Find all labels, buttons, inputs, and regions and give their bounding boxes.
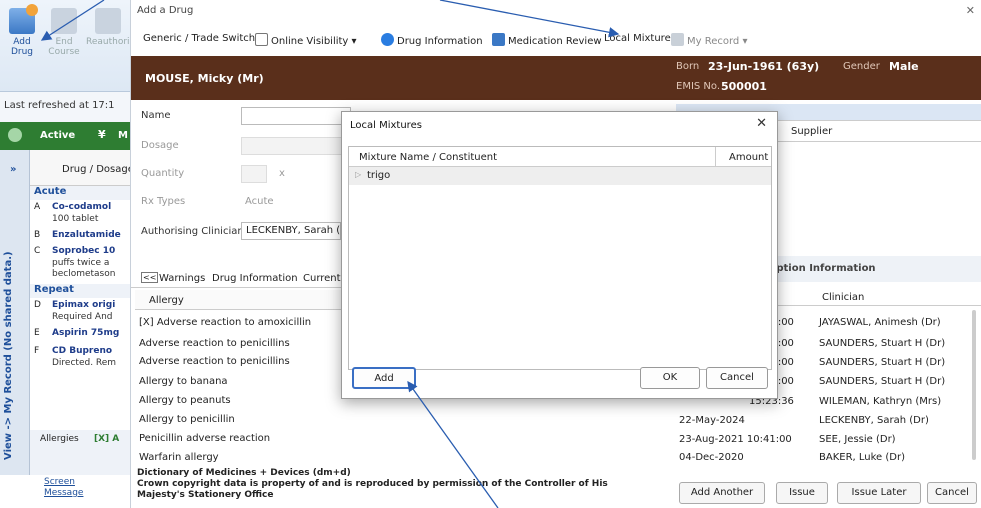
tab-warnings[interactable]: Warnings	[159, 273, 205, 284]
add-another-button[interactable]: Add Another	[679, 482, 765, 504]
pills-icon	[8, 128, 22, 142]
list-item[interactable]: C Soprobec 10 puffs twice a beclometason	[30, 244, 130, 284]
add-button[interactable]: Add	[352, 367, 416, 389]
generic-trade-switch-button[interactable]: Generic / Trade Switch	[143, 33, 255, 44]
list-item[interactable]: D Epimax origi Required And	[30, 298, 130, 326]
collapse-icon[interactable]: ¥	[98, 128, 106, 141]
patient-banner: MOUSE, Micky (Mr) Born 23-Jun-1961 (63y)…	[131, 56, 981, 100]
screen-message-link[interactable]: Screen Message	[30, 475, 130, 508]
add-drug-icon	[9, 4, 38, 34]
medication-review-button[interactable]: Medication Review	[492, 33, 602, 47]
close-icon[interactable]: ✕	[966, 4, 975, 17]
online-visibility-button[interactable]: Online Visibility ▾	[255, 33, 357, 47]
scrollbar[interactable]	[972, 310, 976, 460]
history-title: ription Information	[768, 263, 876, 274]
quantity-input[interactable]	[241, 165, 267, 183]
list-item[interactable]: F CD Bupreno Directed. Rem	[30, 344, 130, 372]
rx-type-value[interactable]: Acute	[245, 196, 274, 207]
monitor-icon	[255, 33, 268, 46]
drug-information-button[interactable]: Drug Information	[381, 33, 483, 47]
local-mixtures-button[interactable]: Local Mixtures	[604, 33, 676, 44]
close-icon[interactable]: ✕	[756, 116, 767, 131]
expand-row-icon[interactable]: ▷	[355, 170, 361, 179]
medication-list: Drug / Dosage Acute A Co-codamol 100 tab…	[30, 150, 130, 475]
cancel-modal-button[interactable]: Cancel	[706, 367, 768, 389]
review-icon	[492, 33, 505, 46]
add-drug-button[interactable]: Add Drug	[2, 4, 42, 57]
end-course-label: End Course	[48, 37, 80, 57]
group-acute: Acute	[30, 186, 130, 200]
last-refreshed: Last refreshed at 17:1	[0, 92, 130, 122]
authorising-clinician-select[interactable]: LECKENBY, Sarah (D	[241, 222, 341, 240]
active-filter-letter: M	[118, 130, 128, 141]
list-header: Drug / Dosage	[30, 150, 130, 186]
tab-drug-information[interactable]: Drug Information	[212, 273, 298, 284]
table-row[interactable]: Adverse reaction to penicillins	[139, 356, 290, 367]
issue-button[interactable]: Issue	[776, 482, 828, 504]
patient-emis-no: 500001	[721, 80, 767, 93]
table-row[interactable]: [X] Adverse reaction to amoxicillin	[139, 317, 311, 328]
patient-gender: Male	[889, 60, 919, 73]
dialog-title: Add a Drug	[137, 5, 194, 16]
name-input[interactable]	[241, 107, 351, 125]
clinician-header: Clinician	[822, 292, 865, 303]
mixture-name-header: Mixture Name / Constituent	[359, 152, 498, 163]
tab-current[interactable]: Current	[303, 273, 341, 284]
list-item[interactable]: E Aspirin 75mg	[30, 326, 130, 344]
list-item[interactable]: B Enzalutamide	[30, 228, 130, 244]
left-toolbar: Add Drug End Course Reauthorise	[0, 0, 130, 92]
my-record-button[interactable]: My Record ▾	[671, 33, 747, 47]
allergies-summary: Allergies [X] A	[30, 430, 130, 475]
list-item[interactable]: A Co-codamol 100 tablet	[30, 200, 130, 228]
info-icon	[381, 33, 394, 46]
patient-name: MOUSE, Micky (Mr)	[145, 72, 264, 85]
collapse-tabs-icon[interactable]: <<	[141, 272, 159, 283]
reauthorise-button[interactable]: Reauthorise	[86, 8, 130, 47]
group-repeat: Repeat	[30, 284, 130, 298]
table-row[interactable]: Adverse reaction to penicillins	[139, 338, 290, 349]
cancel-button[interactable]: Cancel	[927, 482, 977, 504]
end-course-button[interactable]: End Course	[44, 8, 84, 57]
add-drug-label: Add Drug	[10, 37, 34, 57]
reauthorise-label: Reauthorise	[86, 37, 130, 47]
allergy-header: Allergy	[149, 295, 184, 306]
table-row[interactable]: Allergy to penicillin	[139, 414, 235, 425]
amount-header: Amount	[729, 152, 769, 163]
mixture-name: trigo	[367, 170, 391, 181]
reauthorise-icon	[95, 8, 121, 34]
copyright-notice: Dictionary of Medicines + Devices (dm+d)…	[137, 468, 608, 500]
table-row[interactable]: Allergy to peanuts	[139, 395, 231, 406]
dialog-toolbar: Generic / Trade Switch Online Visibility…	[131, 26, 981, 54]
end-course-icon	[51, 8, 77, 34]
active-filter-bar[interactable]: Active ¥ M	[0, 122, 130, 150]
supplier-header: Supplier	[791, 126, 833, 137]
mixtures-grid: Mixture Name / Constituent Amount ▷ trig…	[348, 146, 772, 370]
table-row[interactable]: Penicillin adverse reaction	[139, 433, 270, 444]
issue-later-button[interactable]: Issue Later	[837, 482, 921, 504]
local-mixtures-modal: Local Mixtures ✕ Mixture Name / Constitu…	[341, 111, 778, 399]
ok-button[interactable]: OK	[640, 367, 700, 389]
record-icon	[671, 33, 684, 46]
expand-icon[interactable]: »	[10, 164, 16, 175]
my-record-vertical-label[interactable]: View -> My Record (No shared data.)	[3, 251, 14, 460]
table-row[interactable]: ▷ trigo	[349, 167, 771, 185]
patient-dob: 23-Jun-1961 (63y)	[708, 60, 820, 73]
modal-title: Local Mixtures	[350, 120, 422, 131]
active-label: Active	[40, 130, 76, 141]
table-row[interactable]: Allergy to banana	[139, 376, 228, 387]
dosage-input[interactable]	[241, 137, 351, 155]
